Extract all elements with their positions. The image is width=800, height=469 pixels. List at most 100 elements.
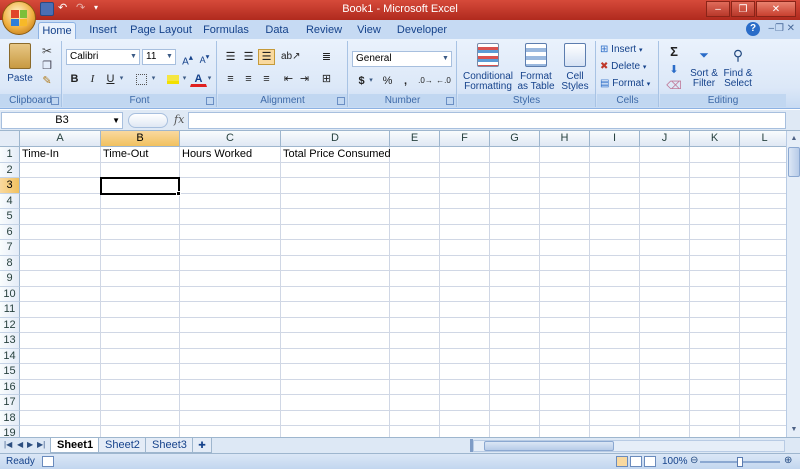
column-header-a[interactable]: A bbox=[20, 131, 101, 147]
scroll-up-icon[interactable]: ▲ bbox=[788, 132, 800, 145]
row-header-2[interactable]: 2 bbox=[0, 162, 20, 178]
row-header-13[interactable]: 13 bbox=[0, 333, 20, 349]
autosum-icon[interactable]: Σ bbox=[664, 44, 684, 59]
row-header-16[interactable]: 16 bbox=[0, 379, 20, 395]
format-cells-button[interactable]: ▤ Format ▾ bbox=[600, 78, 656, 89]
tab-developer[interactable]: Developer bbox=[396, 22, 448, 40]
column-header-e[interactable]: E bbox=[390, 131, 440, 147]
sort-filter-button[interactable]: ⏷ Sort & Filter bbox=[688, 43, 720, 89]
formula-bar-divider-icon[interactable] bbox=[128, 113, 168, 128]
delete-cells-button[interactable]: ✖ Delete ▾ bbox=[600, 61, 656, 72]
prev-sheet-icon[interactable]: ◀ bbox=[17, 440, 23, 449]
conditional-formatting-button[interactable]: Conditional Formatting bbox=[460, 43, 516, 92]
row-header-11[interactable]: 11 bbox=[0, 302, 20, 318]
row-header-9[interactable]: 9 bbox=[0, 271, 20, 287]
normal-view-icon[interactable] bbox=[616, 456, 628, 467]
wrap-text-icon[interactable]: ≣ bbox=[318, 49, 335, 65]
sheet-tab-sheet1[interactable]: Sheet1 bbox=[50, 438, 101, 453]
ribbon-restore-icon[interactable]: ❐ bbox=[775, 23, 784, 34]
tab-page-layout[interactable]: Page Layout bbox=[130, 22, 192, 40]
format-painter-icon[interactable]: ✎ bbox=[40, 74, 54, 87]
italic-button[interactable]: I bbox=[84, 71, 101, 87]
comma-button[interactable]: , bbox=[397, 73, 414, 89]
restore-button[interactable]: ❐ bbox=[731, 1, 755, 17]
underline-dropdown-icon[interactable]: ▾ bbox=[117, 71, 126, 87]
zoom-level[interactable]: 100% bbox=[662, 456, 688, 467]
column-header-b[interactable]: B bbox=[101, 131, 180, 147]
zoom-in-icon[interactable]: ⊕ bbox=[784, 455, 792, 466]
merge-center-icon[interactable]: ⊞ bbox=[318, 71, 335, 87]
middle-align-icon[interactable]: ☰ bbox=[240, 49, 257, 65]
ribbon-minimize-icon[interactable]: – bbox=[768, 23, 774, 34]
row-header-18[interactable]: 18 bbox=[0, 410, 20, 426]
column-header-j[interactable]: J bbox=[640, 131, 690, 147]
bottom-align-icon[interactable]: ☰ bbox=[258, 49, 275, 65]
orientation-icon[interactable]: ab↗ bbox=[280, 49, 301, 65]
column-header-f[interactable]: F bbox=[440, 131, 490, 147]
tab-home[interactable]: Home bbox=[38, 22, 76, 40]
tab-formulas[interactable]: Formulas bbox=[202, 22, 250, 40]
row-header-7[interactable]: 7 bbox=[0, 240, 20, 256]
bold-button[interactable]: B bbox=[66, 71, 83, 87]
column-header-h[interactable]: H bbox=[540, 131, 590, 147]
align-center-icon[interactable]: ≡ bbox=[240, 71, 257, 87]
fill-icon[interactable]: ⬇ bbox=[664, 63, 684, 76]
cell-d1[interactable]: Total Price Consumed bbox=[281, 147, 391, 162]
zoom-slider-knob[interactable] bbox=[737, 457, 743, 467]
zoom-out-icon[interactable]: ⊖ bbox=[690, 455, 698, 466]
row-header-19[interactable]: 19 bbox=[0, 426, 20, 437]
cell-a1[interactable]: Time-In bbox=[20, 147, 59, 162]
tab-insert[interactable]: Insert bbox=[86, 22, 120, 40]
selected-cell-outline[interactable] bbox=[100, 177, 180, 195]
shrink-font-icon[interactable]: A▾ bbox=[196, 49, 213, 65]
close-button[interactable]: ✕ bbox=[756, 1, 796, 17]
tab-review[interactable]: Review bbox=[304, 22, 344, 40]
ribbon-close-icon[interactable]: ✕ bbox=[787, 23, 795, 34]
insert-cells-button[interactable]: ⊞ Insert ▾ bbox=[600, 44, 656, 55]
sheet-tab-sheet3[interactable]: Sheet3 bbox=[145, 438, 194, 453]
paste-button[interactable]: Paste bbox=[4, 43, 36, 91]
column-header-k[interactable]: K bbox=[690, 131, 740, 147]
find-select-button[interactable]: ⚲ Find & Select bbox=[722, 43, 754, 89]
row-header-4[interactable]: 4 bbox=[0, 193, 20, 209]
borders-dropdown-icon[interactable]: ▾ bbox=[149, 71, 158, 87]
name-box[interactable]: B3 ▼ bbox=[1, 112, 123, 129]
row-header-5[interactable]: 5 bbox=[0, 209, 20, 225]
cut-icon[interactable]: ✂ bbox=[40, 44, 54, 58]
top-align-icon[interactable]: ☰ bbox=[222, 49, 239, 65]
office-button[interactable] bbox=[2, 1, 36, 35]
row-header-17[interactable]: 17 bbox=[0, 395, 20, 411]
fill-color-icon[interactable] bbox=[164, 71, 181, 87]
align-right-icon[interactable]: ≡ bbox=[258, 71, 275, 87]
tab-view[interactable]: View bbox=[354, 22, 384, 40]
page-break-view-icon[interactable] bbox=[644, 456, 656, 467]
row-header-15[interactable]: 15 bbox=[0, 364, 20, 380]
minimize-button[interactable]: – bbox=[706, 1, 730, 17]
row-header-10[interactable]: 10 bbox=[0, 286, 20, 302]
column-header-i[interactable]: I bbox=[590, 131, 640, 147]
column-header-l[interactable]: L bbox=[740, 131, 790, 147]
number-format-field[interactable]: General ▼ bbox=[352, 51, 452, 67]
vertical-scroll-thumb[interactable] bbox=[788, 147, 800, 177]
copy-icon[interactable]: ❐ bbox=[40, 59, 54, 72]
row-header-6[interactable]: 6 bbox=[0, 224, 20, 240]
column-header-c[interactable]: C bbox=[180, 131, 281, 147]
row-header-1[interactable]: 1 bbox=[0, 147, 20, 163]
horizontal-scroll-thumb[interactable] bbox=[484, 441, 614, 451]
font-color-dropdown-icon[interactable]: ▾ bbox=[205, 71, 214, 87]
formula-input[interactable] bbox=[188, 112, 786, 129]
fill-handle[interactable] bbox=[176, 190, 181, 196]
clear-icon[interactable]: ⌫ bbox=[664, 79, 684, 92]
format-as-table-button[interactable]: Format as Table bbox=[516, 43, 556, 92]
next-sheet-icon[interactable]: ▶ bbox=[27, 440, 33, 449]
vertical-scrollbar[interactable]: ▲ ▼ bbox=[786, 131, 800, 437]
decrease-decimal-icon[interactable]: ←.0 bbox=[435, 73, 452, 89]
column-header-d[interactable]: D bbox=[281, 131, 390, 147]
increase-decimal-icon[interactable]: .0→ bbox=[417, 73, 434, 89]
worksheet-grid[interactable]: A B C D E F G H I J K L 1 2 3 4 5 6 7 8 9 10 11 12 13 14 15 16 17 18 1… bbox=[0, 131, 800, 437]
borders-icon[interactable] bbox=[133, 71, 150, 87]
number-launcher-icon[interactable] bbox=[446, 97, 454, 105]
insert-sheet-icon[interactable]: ✚ bbox=[192, 438, 212, 453]
fill-color-dropdown-icon[interactable]: ▾ bbox=[180, 71, 189, 87]
align-left-icon[interactable]: ≡ bbox=[222, 71, 239, 87]
